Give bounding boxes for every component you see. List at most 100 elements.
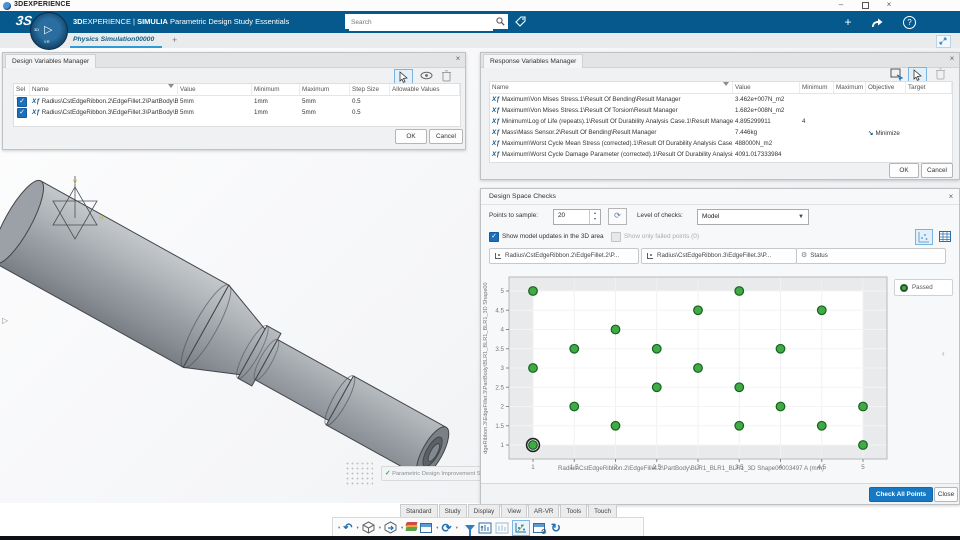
rvm-table-row[interactable]: Xƒ Minimum\Log of Life (repeats).1\Result…: [490, 116, 952, 127]
dvm-ok-button[interactable]: OK: [395, 129, 427, 144]
search-icon[interactable]: [496, 17, 505, 26]
delete-trash-icon[interactable]: [438, 69, 455, 83]
action-bar-tab[interactable]: Tools: [560, 504, 588, 518]
export-view-dropdown-caret[interactable]: ▾: [401, 525, 403, 531]
chart-point[interactable]: [816, 305, 827, 316]
dvm-cancel-button[interactable]: Cancel: [429, 129, 463, 144]
chart-point[interactable]: [651, 343, 662, 354]
scatter-matrix-icon[interactable]: [511, 519, 530, 536]
action-bar-tab[interactable]: AR-VR: [527, 504, 560, 518]
share-icon[interactable]: [870, 17, 886, 28]
chart-point[interactable]: [775, 401, 786, 412]
chart-point[interactable]: [858, 440, 868, 450]
search-input[interactable]: [349, 14, 493, 31]
expand-workspace-icon[interactable]: [936, 35, 951, 48]
rvm-table-row[interactable]: Xƒ Maximum\Worst Cycle Mean Stress (corre…: [490, 138, 952, 149]
variable-value[interactable]: 5mm: [178, 109, 252, 116]
visibility-eye-icon[interactable]: [418, 69, 435, 83]
undo-icon[interactable]: ↶: [343, 520, 352, 535]
chart-point[interactable]: [610, 420, 621, 431]
close-button[interactable]: ×: [882, 0, 896, 10]
render-style-icon[interactable]: [405, 520, 419, 535]
help-icon[interactable]: ?: [903, 16, 916, 29]
chart-point[interactable]: [528, 286, 538, 296]
export-view-icon[interactable]: [384, 520, 397, 535]
chart-point[interactable]: [569, 401, 580, 412]
chart-point[interactable]: [610, 324, 621, 335]
filter-icon[interactable]: [168, 84, 174, 88]
tree-expand-arrow-icon[interactable]: ▷: [2, 316, 8, 325]
rvm-table-row[interactable]: Xƒ Maximum\Von Mises Stress.1\Result Of T…: [490, 105, 952, 116]
tag-icon[interactable]: [514, 15, 530, 28]
new-tab-button[interactable]: +: [172, 35, 177, 45]
iso-view-icon[interactable]: [362, 520, 375, 535]
layout-panel-icon[interactable]: [420, 520, 433, 535]
window-title: 3DEXPERIENCE: [14, 1, 71, 8]
response-name: Maximum\Worst Cycle Damage Parameter (co…: [501, 151, 733, 158]
chart-point[interactable]: [858, 401, 868, 412]
iso-view-dropdown-caret[interactable]: ▾: [379, 525, 381, 531]
manipulator-dots-handle[interactable]: [345, 461, 373, 485]
variable-value[interactable]: 5mm: [178, 98, 252, 105]
objective-value[interactable]: Minimize: [875, 130, 899, 137]
dvm-table-row[interactable]: ✓ Xƒ Radius\CstEdgeRibbon.3\EdgeFillet.3\…: [14, 107, 460, 118]
dvm-tab[interactable]: Design Variables Manager: [5, 54, 97, 68]
compass-play-icon[interactable]: ▷: [44, 23, 52, 36]
chart-point[interactable]: [775, 343, 786, 354]
dvm-table-row[interactable]: ✓ Xƒ Radius\CstEdgeRibbon.2\EdgeFillet.2\…: [14, 96, 460, 107]
layout-dropdown-caret[interactable]: ▾: [436, 525, 438, 531]
filter-funnel-icon[interactable]: [464, 520, 475, 537]
chart-point[interactable]: [693, 363, 703, 373]
action-bar-tab[interactable]: Touch: [588, 504, 617, 518]
add-response-icon[interactable]: [888, 67, 905, 81]
dvm-close-icon[interactable]: ×: [453, 54, 463, 63]
rvm-table: Name Value Minimum Maximum Objective Tar…: [489, 81, 953, 163]
undo-dropdown-caret[interactable]: ▾: [356, 525, 358, 531]
rvm-tab[interactable]: Response Variables Manager: [483, 54, 584, 68]
3dexperience-compass[interactable]: ▷ 3D V.R: [30, 12, 68, 50]
design-space-scatter-plot[interactable]: 1 1.5 2 2.5 3 3.5 4 4.5 511.522.533.544.55: [481, 189, 959, 485]
update-dropdown-caret[interactable]: ▾: [456, 525, 458, 531]
doe-table-icon[interactable]: [478, 520, 492, 535]
dvm-col-value: Value: [178, 84, 252, 95]
minimize-button[interactable]: –: [834, 0, 848, 10]
rvm-ok-button[interactable]: OK: [889, 163, 919, 178]
refresh-icon[interactable]: ↻: [551, 520, 561, 535]
response-icon: Xƒ: [492, 96, 500, 103]
row-checkbox[interactable]: ✓: [17, 96, 27, 107]
rvm-header: Response Variables Manager ×: [481, 53, 959, 68]
chart-point[interactable]: [651, 382, 662, 393]
update-icon[interactable]: ⟳: [442, 520, 452, 535]
chart-point[interactable]: [734, 420, 745, 431]
chart-point[interactable]: [734, 286, 745, 296]
document-tab[interactable]: Physics Simulation00000: [73, 36, 154, 43]
svg-text:4.5: 4.5: [495, 307, 504, 314]
action-bar-tab[interactable]: View: [501, 504, 527, 518]
doe-table-alt-icon[interactable]: [495, 520, 509, 535]
chart-point[interactable]: [528, 440, 538, 450]
svg-text:5: 5: [501, 288, 505, 295]
chart-point[interactable]: [693, 305, 703, 316]
results-table-gear-icon[interactable]: ⚙: [532, 520, 547, 536]
rvm-cancel-button[interactable]: Cancel: [921, 163, 953, 178]
action-bar-tab[interactable]: Standard: [400, 504, 438, 518]
rvm-table-row[interactable]: Xƒ Mass\Mass Sensor.2\Result Of Bending\R…: [490, 127, 952, 138]
row-checkbox[interactable]: ✓: [17, 107, 27, 118]
chart-point[interactable]: [528, 363, 538, 373]
delete-trash-icon[interactable]: [932, 67, 949, 81]
collapse-panel-chevron-icon[interactable]: ‹: [942, 349, 945, 358]
rvm-table-row[interactable]: Xƒ Maximum\Worst Cycle Damage Parameter (…: [490, 149, 952, 160]
action-bar-tab[interactable]: Study: [438, 504, 467, 518]
action-bar-tab[interactable]: Display: [467, 504, 501, 518]
chart-point[interactable]: [734, 382, 745, 393]
chart-point[interactable]: [569, 343, 580, 354]
rvm-close-icon[interactable]: ×: [947, 54, 957, 63]
dsc-close-button[interactable]: Close: [934, 487, 958, 502]
filter-icon[interactable]: [723, 82, 729, 86]
check-all-points-button[interactable]: Check All Points: [869, 487, 933, 502]
chart-point[interactable]: [816, 420, 827, 431]
add-icon[interactable]: +: [840, 15, 856, 29]
rvm-table-row[interactable]: Xƒ Maximum\Von Mises Stress.1\Result Of B…: [490, 94, 952, 105]
toolbar-collapse-icon[interactable]: ▾: [338, 525, 340, 531]
variable-name: Radius\CstEdgeRibbon.2\EdgeFillet.2\Part…: [41, 98, 178, 105]
